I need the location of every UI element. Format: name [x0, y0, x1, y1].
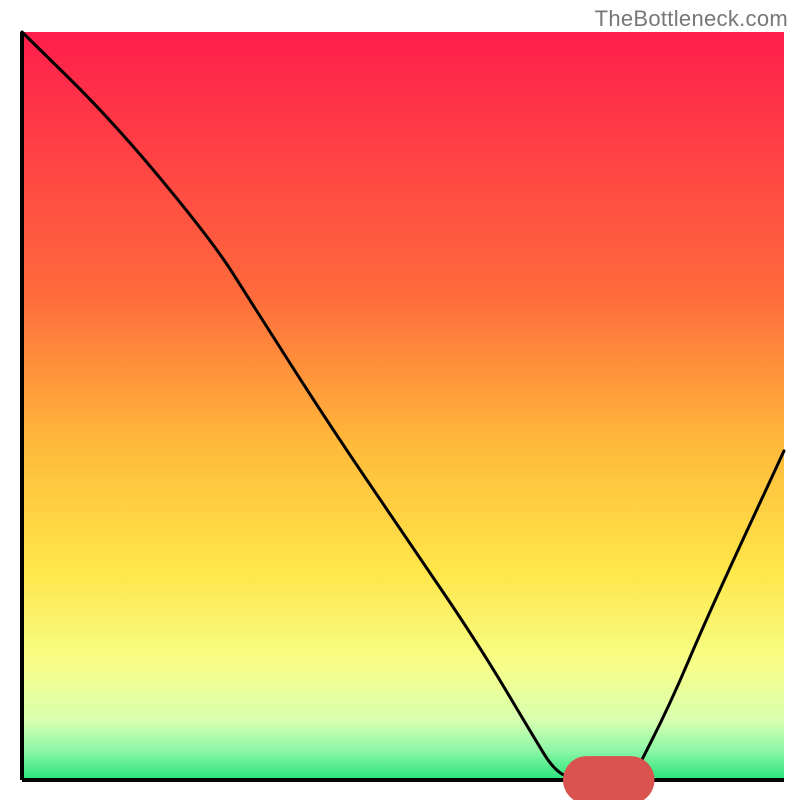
chart-canvas: [0, 0, 800, 800]
gradient-background: [22, 32, 784, 780]
optimal-marker: [563, 756, 654, 800]
bottleneck-chart: TheBottleneck.com: [0, 0, 800, 800]
attribution-label: TheBottleneck.com: [595, 6, 788, 32]
